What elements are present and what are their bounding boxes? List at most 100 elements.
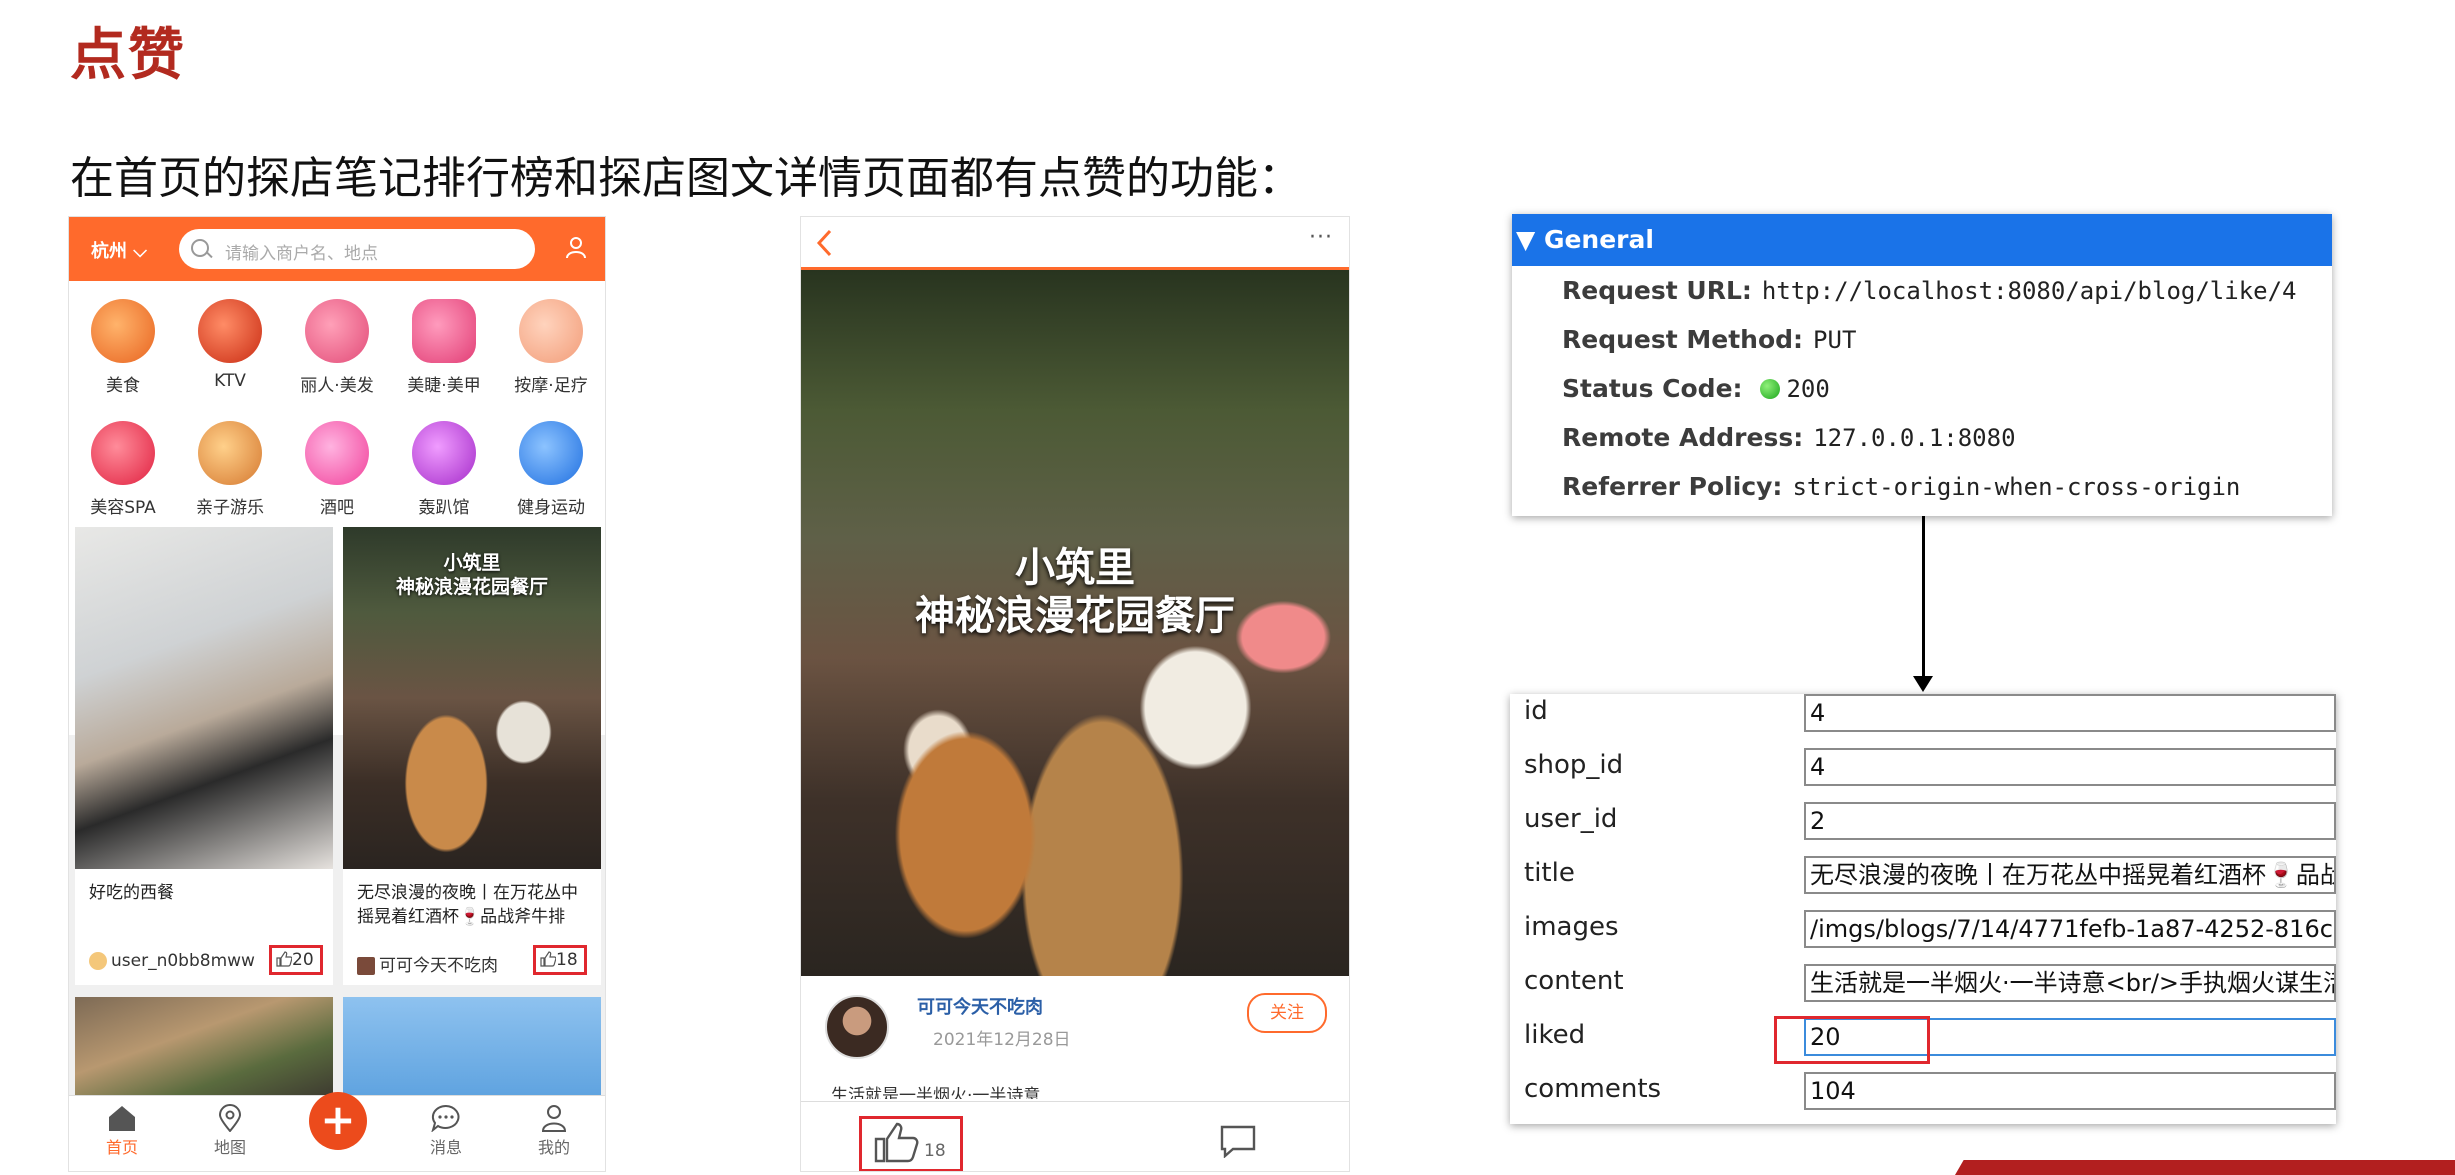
like-button[interactable]: 18 [533, 945, 587, 975]
header-key: Status Code: [1562, 374, 1743, 403]
header-key: Request Method: [1562, 325, 1804, 354]
flow-arrow-head [1913, 676, 1933, 692]
header-value: http://localhost:8080/api/blog/like/4 [1761, 277, 2297, 305]
parent-child-icon [198, 421, 262, 485]
home-icon [109, 1106, 135, 1131]
slide-title: 点赞 [70, 23, 186, 88]
category-label: 亲子游乐 [196, 498, 264, 518]
field-value-input[interactable]: 生活就是一半烟火·一半诗意<br/>手执烟火谋生活 [1804, 964, 2336, 1002]
category-fitness[interactable]: 健身运动 [497, 421, 605, 518]
database-record-form: id 4 shop_id 4 user_id 2 title 无尽浪漫的夜晚丨在… [1510, 694, 2336, 1124]
post-date: 2021年12月28日 [933, 1030, 1071, 1050]
category-ktv[interactable]: KTV [176, 299, 284, 391]
liked-highlight-box [1774, 1016, 1930, 1064]
header-key: Request URL: [1562, 276, 1752, 305]
author-avatar[interactable] [825, 995, 889, 1059]
author-name: user_n0bb8mww [111, 951, 255, 971]
field-label: id [1524, 696, 1548, 726]
field-value-input[interactable]: 4 [1804, 694, 2336, 732]
search-placeholder: 请输入商户名、地点 [225, 244, 378, 264]
category-family[interactable]: 亲子游乐 [176, 421, 284, 518]
blog-card[interactable] [75, 997, 333, 1097]
caption-line: 小筑里 [443, 552, 501, 574]
user-icon[interactable] [563, 235, 589, 261]
follow-button[interactable]: 关注 [1247, 993, 1327, 1033]
header-value: 200 [1786, 375, 1830, 403]
general-section-header[interactable]: ▼ General [1512, 214, 2332, 266]
category-bar[interactable]: 酒吧 [283, 421, 391, 518]
blog-card-image [75, 527, 333, 869]
nail-icon [412, 299, 476, 363]
category-lash-nail[interactable]: 美睫·美甲 [390, 299, 498, 396]
status-dot-icon [1760, 379, 1781, 399]
like-button[interactable]: 20 [269, 945, 323, 975]
comment-icon[interactable] [1219, 1124, 1257, 1158]
category-food[interactable]: 美食 [69, 299, 177, 396]
more-icon[interactable]: ··· [1309, 225, 1333, 250]
category-party[interactable]: 轰趴馆 [390, 421, 498, 518]
category-label: 按摩·足疗 [514, 376, 588, 396]
author-name: 可可今天不吃肉 [379, 956, 498, 976]
slide-corner-decoration [1955, 1160, 2455, 1175]
blog-card-author: user_n0bb8mww [89, 951, 255, 971]
category-label: 美食 [106, 376, 140, 396]
request-method-row: Request Method: PUT [1562, 325, 1856, 354]
blog-card[interactable]: 好吃的西餐 user_n0bb8mww 20 [75, 527, 333, 985]
field-value-input[interactable]: 2 [1804, 802, 2336, 840]
category-label: 美睫·美甲 [407, 376, 481, 396]
home-page-screenshot: 杭州 ⌵ 请输入商户名、地点 美食 KTV 丽人·美发 美睫·美甲 按摩·足疗 … [68, 216, 606, 1172]
triangle-down-icon: ▼ [1516, 225, 1536, 254]
search-box[interactable]: 请输入商户名、地点 [179, 229, 535, 269]
category-massage[interactable]: 按摩·足疗 [497, 299, 605, 396]
field-label: user_id [1524, 804, 1618, 834]
nav-home[interactable]: 首页 [87, 1104, 157, 1158]
avatar [357, 957, 375, 975]
field-label: liked [1524, 1020, 1586, 1050]
microphone-icon [198, 299, 262, 363]
blog-card-title: 好吃的西餐 [89, 883, 174, 903]
field-value-input[interactable]: /imgs/blogs/7/14/4771fefb-1a87-4252-816c… [1804, 910, 2336, 948]
thumbs-up-icon [540, 951, 556, 967]
flow-arrow-line [1922, 516, 1925, 678]
like-count: 18 [924, 1141, 946, 1161]
like-count: 20 [292, 950, 314, 970]
category-label: 酒吧 [320, 498, 354, 518]
home-top-bar: 杭州 ⌵ 请输入商户名、地点 [69, 217, 605, 281]
devtools-general-panel: ▼ General Request URL: http://localhost:8… [1512, 214, 2332, 516]
category-label: 健身运动 [517, 498, 585, 518]
header-key: Referrer Policy: [1562, 472, 1783, 501]
field-value-input[interactable]: 4 [1804, 748, 2336, 786]
nav-label: 我的 [537, 1138, 570, 1157]
add-post-button[interactable]: + [309, 1092, 367, 1150]
blog-card-title: 无尽浪漫的夜晚丨在万花丛中摇晃着红酒杯🍷品战斧牛排 [357, 883, 578, 927]
nav-label: 首页 [105, 1138, 138, 1157]
nav-profile[interactable]: 我的 [519, 1104, 589, 1158]
section-title: General [1543, 225, 1654, 254]
category-beauty-hair[interactable]: 丽人·美发 [283, 299, 391, 396]
category-label: 轰趴馆 [418, 498, 470, 518]
blog-card[interactable]: 小筑里 神秘浪漫花园餐厅 无尽浪漫的夜晚丨在万花丛中摇晃着红酒杯🍷品战斧牛排 可… [343, 527, 601, 985]
cocktail-icon [305, 421, 369, 485]
hair-icon [305, 299, 369, 363]
field-value-input[interactable]: 104 [1804, 1072, 2336, 1110]
nav-map[interactable]: 地图 [195, 1104, 265, 1158]
city-label: 杭州 [91, 241, 127, 262]
map-pin-icon [218, 1104, 242, 1132]
like-button[interactable]: 18 [859, 1116, 963, 1171]
card-image-caption: 小筑里 神秘浪漫花园餐厅 [343, 551, 601, 599]
field-label: title [1524, 858, 1575, 888]
nav-messages[interactable]: 消息 [411, 1104, 481, 1158]
detail-top-bar: ··· [801, 217, 1349, 267]
category-label: KTV [214, 371, 246, 391]
request-url-row: Request URL: http://localhost:8080/api/bl… [1562, 276, 2297, 305]
blog-card[interactable] [343, 997, 601, 1097]
category-spa[interactable]: 美容SPA [69, 421, 177, 518]
city-selector[interactable]: 杭州 ⌵ [91, 237, 147, 263]
author-name[interactable]: 可可今天不吃肉 [917, 993, 1043, 1019]
roast-chicken-icon [91, 299, 155, 363]
back-arrow-icon[interactable] [815, 229, 833, 257]
field-label: comments [1524, 1074, 1662, 1104]
detail-page-screenshot: ··· 小筑里 神秘浪漫花园餐厅 可可今天不吃肉 2021年12月28日 关注 … [800, 216, 1350, 1172]
blog-card-author: 可可今天不吃肉 [357, 951, 498, 976]
field-value-input[interactable]: 无尽浪漫的夜晚丨在万花丛中摇晃着红酒杯🍷品战 [1804, 856, 2336, 894]
